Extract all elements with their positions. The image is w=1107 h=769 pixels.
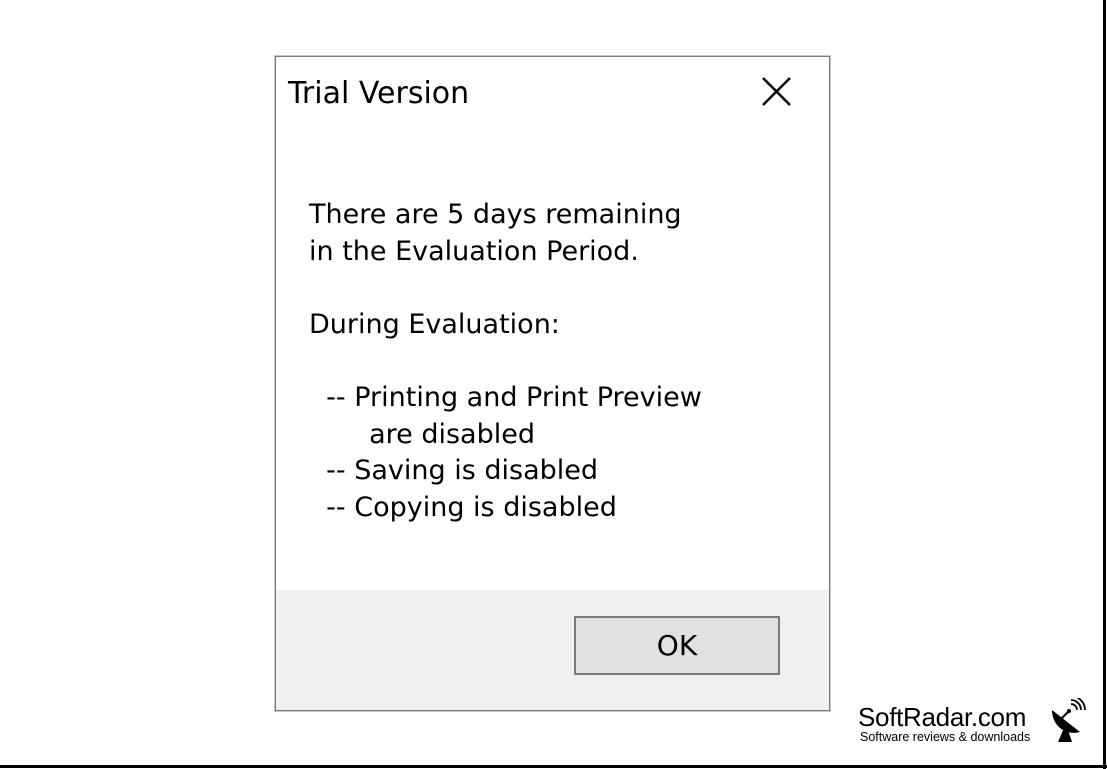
watermark-site-name: SoftRadar.com	[858, 702, 1027, 732]
satellite-dish-icon	[1052, 698, 1086, 742]
dialog-title: Trial Version	[288, 76, 470, 111]
close-button[interactable]	[754, 69, 800, 115]
softradar-watermark: SoftRadar.com Software reviews & downloa…	[858, 698, 1088, 748]
ok-button[interactable]: OK	[574, 616, 780, 675]
message-line: -- Copying is disabled	[309, 491, 617, 523]
message-line: -- Saving is disabled	[309, 455, 599, 487]
trial-version-dialog: Trial Version There are 5 days remaining…	[275, 56, 830, 711]
message-line: are disabled	[309, 418, 535, 450]
message-line: During Evaluation:	[309, 308, 560, 340]
watermark-tagline: Software reviews & downloads	[860, 730, 1031, 744]
dialog-titlebar: Trial Version	[276, 57, 829, 129]
screenshot-frame-bottom	[0, 765, 1107, 768]
message-line: in the Evaluation Period.	[309, 235, 639, 267]
screenshot-frame-right	[1103, 0, 1106, 769]
close-icon	[762, 77, 791, 106]
dialog-message: There are 5 days remaining in the Evalua…	[309, 197, 809, 526]
dialog-button-bar: OK	[276, 590, 829, 710]
message-line: There are 5 days remaining	[309, 199, 682, 230]
ok-button-label: OK	[656, 629, 698, 662]
message-line: -- Printing and Print Preview	[309, 381, 702, 413]
